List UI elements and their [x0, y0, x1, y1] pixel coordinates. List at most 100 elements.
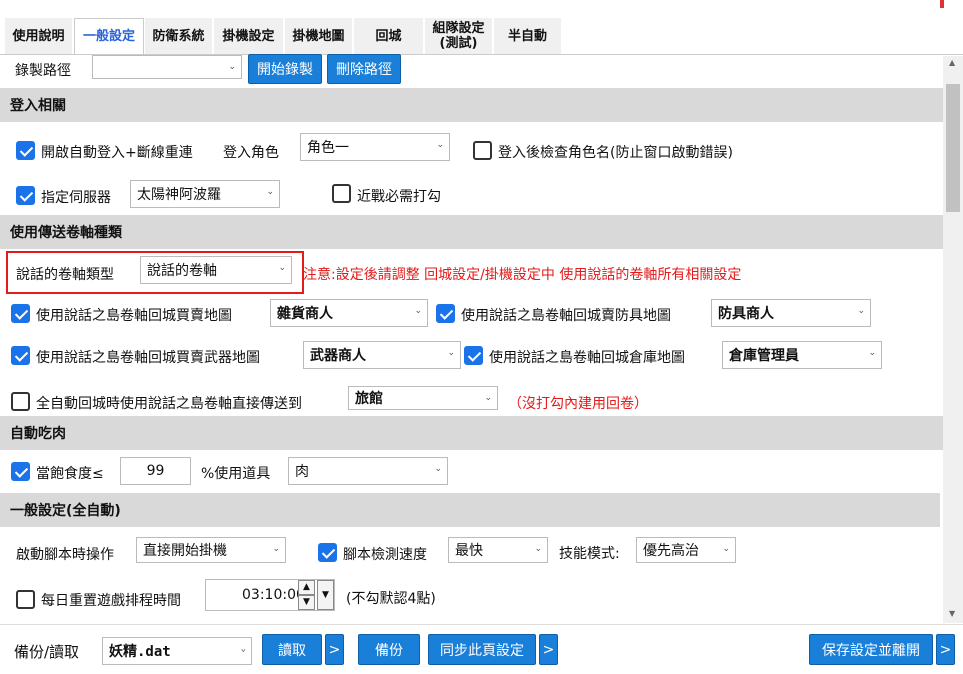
chevron-down-icon: ⌄ [414, 306, 422, 316]
section-scroll-type: 使用傳送卷軸種類 [0, 215, 943, 249]
check-name-checkbox[interactable] [473, 141, 492, 160]
read-button[interactable]: 讀取 [262, 634, 322, 665]
daily-reset-time[interactable]: 03:10:00 [205, 579, 335, 611]
chevron-down-icon: ⌄ [434, 464, 442, 474]
server-label: 指定伺服器 [41, 190, 111, 206]
chevron-down-icon: ⌄ [278, 263, 286, 273]
backup-file-select[interactable]: 妖精.dat ⌄ [102, 637, 252, 665]
melee-checkbox[interactable] [332, 184, 351, 203]
record-path-label: 錄製路徑 [15, 63, 71, 79]
chevron-down-icon: ⌄ [722, 544, 730, 554]
tab-party[interactable]: 組隊設定 (測試) [425, 18, 493, 54]
sync-page-button[interactable]: 同步此頁設定 [428, 634, 536, 665]
section-auto-eat: 自動吃肉 [0, 416, 943, 450]
grocery-map-value: 雜貨商人 [277, 306, 333, 322]
save-exit-button[interactable]: 保存設定並離開 [809, 634, 933, 665]
auto-login-checkbox[interactable] [16, 141, 35, 160]
tab-party-label: 組隊設定 [432, 21, 485, 36]
caret-up-icon: ▲ [303, 582, 310, 592]
armor-map-checkbox[interactable] [436, 304, 455, 323]
detect-speed-select[interactable]: 最快 ⌄ [448, 537, 548, 563]
auto-login-label: 開啟自動登入+斷線重連 [41, 145, 193, 161]
grocery-map-label: 使用說話之島卷軸回城買賣地圖 [36, 308, 232, 324]
auto-teleport-note: （沒打勾內建用回卷） [508, 396, 648, 412]
use-item-select[interactable]: 肉 ⌄ [288, 457, 448, 485]
start-record-button[interactable]: 開始錄製 [248, 54, 322, 84]
weapon-map-checkbox[interactable] [11, 346, 30, 365]
chevron-down-icon: ⌄ [534, 544, 542, 554]
corner-marker [940, 0, 944, 8]
sync-more-button[interactable]: > [539, 634, 558, 665]
read-more-button[interactable]: > [325, 634, 344, 665]
time-spin-up[interactable]: ▲ [298, 580, 315, 595]
warehouse-map-label: 使用說話之島卷軸回城倉庫地圖 [489, 350, 685, 366]
scroll-down-arrow[interactable]: ▼ [949, 609, 955, 618]
auto-teleport-label: 全自動回城時使用說話之島卷軸直接傳送到 [36, 396, 302, 412]
top-strip [0, 0, 963, 18]
time-dropdown-button[interactable]: ▼ [317, 580, 334, 610]
delete-path-button[interactable]: 刪除路徑 [327, 54, 401, 84]
scroll-thumb[interactable] [946, 84, 960, 212]
chevron-down-icon: ⌄ [436, 140, 444, 150]
detect-speed-checkbox[interactable] [318, 543, 337, 562]
satiety-input[interactable]: 99 [120, 457, 191, 485]
warehouse-map-select[interactable]: 倉庫管理員 ⌄ [722, 341, 882, 369]
server-select[interactable]: 太陽神阿波羅 ⌄ [130, 180, 280, 208]
daily-reset-checkbox[interactable] [16, 590, 35, 609]
backup-button[interactable]: 備份 [358, 634, 420, 665]
login-role-select[interactable]: 角色一 ⌄ [300, 133, 450, 161]
start-action-label: 啟動腳本時操作 [16, 547, 114, 563]
backup-load-label: 備份/讀取 [14, 643, 80, 661]
section-login: 登入相關 [0, 88, 943, 122]
save-more-button[interactable]: > [936, 634, 955, 665]
auto-teleport-value: 旅館 [355, 391, 383, 407]
scroll-type-select[interactable]: 說話的卷軸 ⌄ [140, 256, 292, 284]
armor-map-select[interactable]: 防具商人 ⌄ [711, 299, 871, 327]
weapon-map-select[interactable]: 武器商人 ⌄ [303, 341, 461, 369]
auto-teleport-checkbox[interactable] [11, 392, 30, 411]
detect-speed-value: 最快 [455, 543, 483, 559]
tab-defense[interactable]: 防衛系統 [145, 18, 213, 54]
skill-mode-label: 技能模式: [559, 546, 620, 562]
tab-semi-auto[interactable]: 半自動 [494, 18, 562, 54]
server-value: 太陽神阿波羅 [137, 187, 221, 203]
record-path-select[interactable]: ⌄ [92, 55, 242, 79]
footer-divider [0, 624, 963, 625]
tab-afk-map[interactable]: 掛機地圖 [285, 18, 353, 54]
vertical-scrollbar[interactable]: ▲ ▼ [943, 56, 963, 623]
start-action-select[interactable]: 直接開始掛機 ⌄ [136, 537, 286, 563]
login-role-label: 登入角色 [223, 145, 279, 161]
time-spin-down[interactable]: ▼ [298, 595, 315, 610]
caret-down-icon: ▼ [303, 597, 310, 607]
melee-label: 近戰必需打勾 [357, 189, 441, 205]
grocery-map-select[interactable]: 雜貨商人 ⌄ [270, 299, 428, 327]
weapon-map-value: 武器商人 [310, 348, 366, 364]
tab-party-sub: (測試) [439, 36, 478, 51]
server-checkbox[interactable] [16, 186, 35, 205]
tab-return[interactable]: 回城 [354, 18, 424, 54]
chevron-down-icon: ⌄ [447, 348, 455, 358]
satiety-checkbox[interactable] [11, 462, 30, 481]
auto-teleport-select[interactable]: 旅館 ⌄ [348, 386, 498, 410]
scroll-up-arrow[interactable]: ▲ [949, 58, 955, 67]
use-item-label: %使用道具 [201, 466, 271, 482]
daily-reset-note: (不勾默認4點) [346, 591, 436, 607]
armor-map-value: 防具商人 [718, 306, 774, 322]
backup-file-value: 妖精.dat [109, 644, 171, 660]
chevron-down-icon: ⌄ [868, 348, 876, 358]
detect-speed-label: 腳本檢測速度 [343, 547, 427, 563]
tab-general[interactable]: 一般設定 [74, 18, 144, 54]
scroll-type-note: 注意:設定後請調整 回城設定/掛機設定中 使用說話的卷軸所有相關設定 [303, 267, 742, 283]
weapon-map-label: 使用說話之島卷軸回城買賣武器地圖 [36, 350, 260, 366]
skill-mode-select[interactable]: 優先高治 ⌄ [636, 537, 736, 563]
chevron-down-icon: ⌄ [272, 544, 280, 554]
armor-map-label: 使用說話之島卷軸回城賣防具地圖 [461, 308, 671, 324]
check-name-label: 登入後檢查角色名(防止窗口啟動錯誤) [498, 145, 733, 161]
tab-help[interactable]: 使用說明 [5, 18, 73, 54]
scroll-type-label: 說話的卷軸類型 [16, 267, 114, 283]
tab-afk-settings[interactable]: 掛機設定 [214, 18, 284, 54]
warehouse-map-checkbox[interactable] [464, 346, 483, 365]
section-general-auto: 一般設定(全自動) [0, 493, 940, 527]
chevron-down-icon: ⌄ [266, 187, 274, 197]
grocery-map-checkbox[interactable] [11, 304, 30, 323]
